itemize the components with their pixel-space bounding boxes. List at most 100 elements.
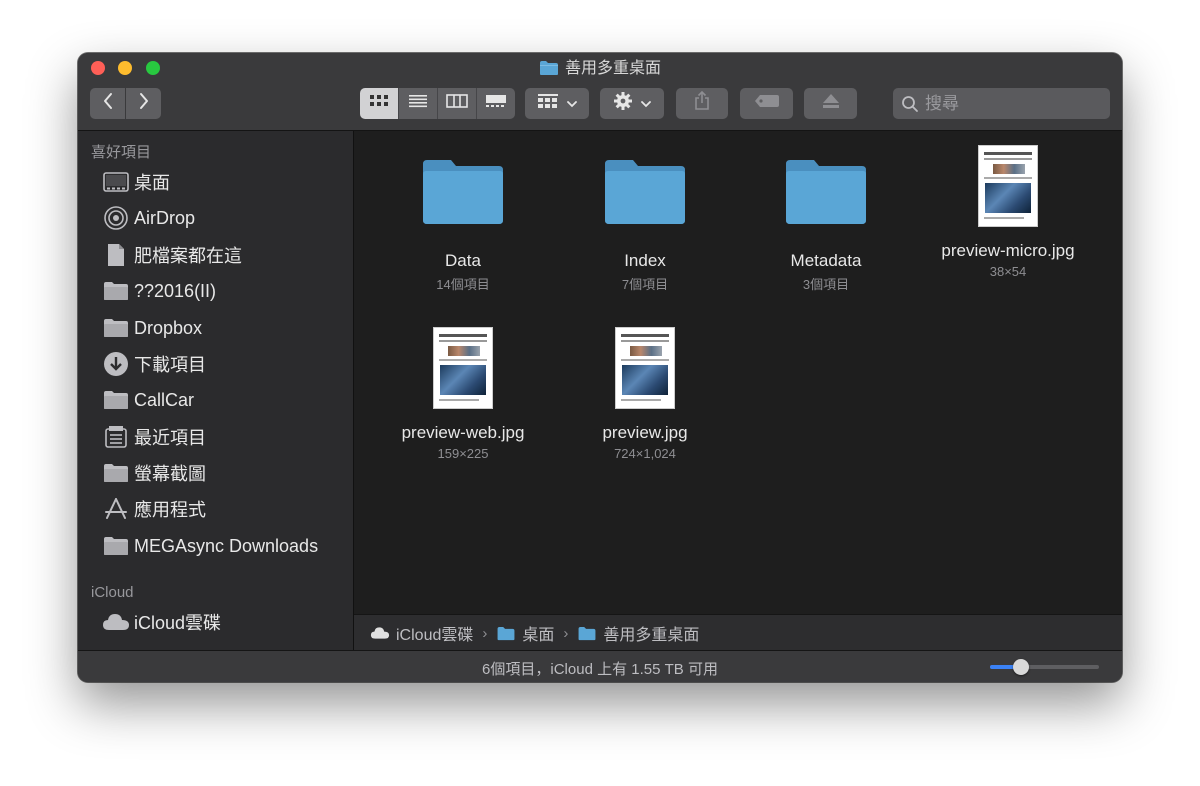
file-grid: Data 14個項目 Index 7個項目 Metadata 3個項目 prev… <box>354 131 1122 614</box>
file-name: Metadata <box>790 251 862 270</box>
share-button[interactable] <box>676 88 728 119</box>
path-item-label: iCloud雲碟 <box>396 627 474 644</box>
icon-view-button[interactable] <box>360 88 399 119</box>
sidebar-item-recents[interactable]: 最近項目 <box>102 421 206 453</box>
file-name: preview-web.jpg <box>401 423 525 442</box>
search-input[interactable] <box>923 92 1097 115</box>
sidebar-item-dropbox[interactable]: Dropbox <box>102 312 202 344</box>
path-bar: iCloud雲碟 › 桌面 › 善用多重桌面 <box>354 614 1122 651</box>
folder-icon <box>539 60 559 82</box>
sidebar-item-label: 下載項目 <box>134 355 206 375</box>
chevron-down-icon <box>567 95 577 113</box>
action-button[interactable] <box>600 88 664 119</box>
sidebar-item-label: 桌面 <box>134 173 170 193</box>
file-info: 7個項目 <box>621 277 669 292</box>
document-icon <box>102 242 130 268</box>
file-name: preview-micro.jpg <box>941 241 1075 260</box>
sidebar-item-label: AirDrop <box>134 207 196 228</box>
column-view-button[interactable] <box>438 88 477 119</box>
gear-icon <box>613 91 633 116</box>
share-icon <box>694 90 710 116</box>
view-mode-control <box>360 88 515 119</box>
favorites-header: 喜好項目 <box>91 144 152 161</box>
chevron-right-icon <box>138 92 150 115</box>
sidebar-item-airdrop[interactable]: AirDrop <box>102 202 195 234</box>
chevron-left-icon <box>102 92 114 115</box>
sidebar-item-callcar[interactable]: CallCar <box>102 384 194 416</box>
slider-knob[interactable] <box>1013 659 1029 675</box>
file-info: 38×54 <box>989 264 1027 279</box>
sidebar-item-label: ??2016(II) <box>134 280 217 301</box>
columns-icon <box>446 94 468 113</box>
sidebar-item-downloads[interactable]: 下載項目 <box>102 348 206 380</box>
recents-icon <box>102 424 130 450</box>
chevron-right-icon: › <box>482 624 488 642</box>
list-view-button[interactable] <box>399 88 438 119</box>
cloud-icon <box>102 609 130 635</box>
forward-button[interactable] <box>126 88 161 119</box>
sidebar-item-desktop[interactable]: 桌面 <box>102 166 170 198</box>
image-thumbnail <box>978 145 1038 227</box>
folder-icon <box>373 151 553 226</box>
folder-icon <box>577 626 597 641</box>
file-name: Data <box>445 251 481 270</box>
grid-icon <box>369 94 389 113</box>
path-item-icloud-drive[interactable]: iCloud雲碟 <box>370 621 473 645</box>
sidebar-item-label: MEGAsync Downloads <box>134 535 319 556</box>
gallery-view-button[interactable] <box>477 88 515 119</box>
chevron-down-icon <box>641 95 651 113</box>
file-name: preview.jpg <box>602 423 688 442</box>
file-item-image[interactable]: preview-micro.jpg 38×54 <box>918 145 1098 279</box>
finder-window: 善用多重桌面 搜尋 喜好項目 桌面 AirDrop 肥檔案都在這 ??2016(… <box>78 53 1122 682</box>
download-icon <box>102 351 130 377</box>
tag-button[interactable] <box>740 88 793 119</box>
back-button[interactable] <box>90 88 125 119</box>
icon-size-slider[interactable] <box>990 659 1099 675</box>
file-item-folder[interactable]: Metadata 3個項目 <box>736 151 916 293</box>
sidebar-item-label: CallCar <box>134 389 195 410</box>
file-item-folder[interactable]: Data 14個項目 <box>373 151 553 293</box>
folder-icon <box>102 533 130 559</box>
group-icon <box>537 93 559 114</box>
image-thumbnail <box>615 327 675 409</box>
airdrop-icon <box>102 205 130 231</box>
folder-icon <box>102 278 130 304</box>
group-by-button[interactable] <box>525 88 589 119</box>
sidebar-item-label: 肥檔案都在這 <box>134 246 242 266</box>
gallery-icon <box>485 94 507 113</box>
path-item-current-folder[interactable]: 善用多重桌面 <box>577 621 699 645</box>
icloud-header: iCloud <box>91 584 134 601</box>
file-item-image[interactable]: preview-web.jpg 159×225 <box>373 327 553 461</box>
desktop-icon <box>102 169 130 195</box>
file-item-folder[interactable]: Index 7個項目 <box>555 151 735 293</box>
file-info: 724×1,024 <box>614 446 676 461</box>
sidebar-item-label: 最近項目 <box>134 428 206 448</box>
file-info: 14個項目 <box>436 277 490 292</box>
file-name: Index <box>624 251 666 270</box>
sidebar-item-label: iCloud雲碟 <box>134 613 222 633</box>
sidebar-item-applications[interactable]: 應用程式 <box>102 493 206 525</box>
folder-icon <box>555 151 735 226</box>
sidebar-item-icloud-drive[interactable]: iCloud雲碟 <box>102 606 221 638</box>
eject-icon <box>822 93 840 114</box>
folder-icon <box>102 387 130 413</box>
sidebar-item-2016[interactable]: ??2016(II) <box>102 275 216 307</box>
file-item-image[interactable]: preview.jpg 724×1,024 <box>555 327 735 461</box>
search-icon <box>901 95 919 113</box>
folder-icon <box>102 315 130 341</box>
search-field[interactable] <box>893 88 1110 119</box>
path-item-label: 善用多重桌面 <box>603 627 700 644</box>
image-thumbnail <box>433 327 493 409</box>
sidebar-item-label: Dropbox <box>134 317 203 338</box>
folder-icon <box>736 151 916 226</box>
sidebar-item-megasync[interactable]: MEGAsync Downloads <box>102 530 318 562</box>
status-text: 6個項目，iCloud 上有 1.55 TB 可用 <box>482 661 718 678</box>
path-item-desktop[interactable]: 桌面 <box>496 621 554 645</box>
tag-icon <box>754 94 780 113</box>
eject-button[interactable] <box>804 88 857 119</box>
sidebar-item-document[interactable]: 肥檔案都在這 <box>102 239 242 271</box>
file-info: 3個項目 <box>802 277 850 292</box>
sidebar: 喜好項目 桌面 AirDrop 肥檔案都在這 ??2016(II) Dropbo… <box>78 131 354 650</box>
applications-icon <box>102 496 130 522</box>
sidebar-item-screenshots[interactable]: 螢幕截圖 <box>102 457 206 489</box>
